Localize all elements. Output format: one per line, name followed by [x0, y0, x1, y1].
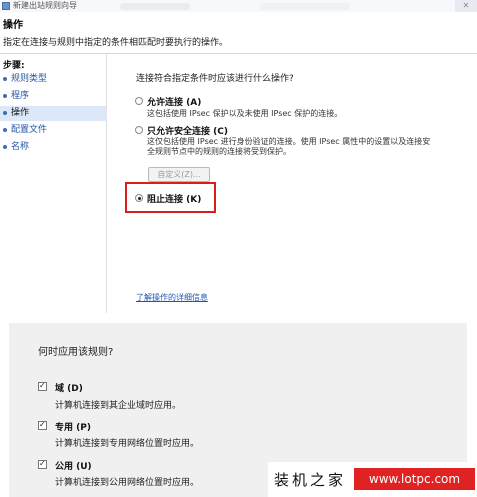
- public-checkbox[interactable]: ✓: [38, 459, 47, 469]
- block-connection-radio[interactable]: [135, 194, 143, 202]
- allow-connection-desc: 这包括使用 IPsec 保护以及未使用 IPsec 保护的连接。: [147, 109, 343, 118]
- site-watermark: 装机之家 www.lotpc.com: [268, 462, 477, 497]
- step-name[interactable]: 名称: [0, 140, 107, 155]
- close-icon[interactable]: ✕: [455, 0, 477, 12]
- block-connection-label[interactable]: 阻止连接 (K): [147, 192, 201, 205]
- step-profile[interactable]: 配置文件: [0, 123, 107, 138]
- step-bullet-icon: [3, 145, 7, 149]
- profile-question: 何时应用该规则?: [38, 347, 114, 358]
- rule-wizard-window: 新建出站规则向导 ✕ 操作 指定在连接与规则中指定的条件相匹配时要执行的操作。 …: [0, 0, 477, 313]
- private-checkbox[interactable]: ✓: [38, 420, 47, 430]
- private-desc: 计算机连接到专用网络位置时应用。: [55, 439, 200, 449]
- step-action[interactable]: 操作: [0, 106, 107, 121]
- checkmark-icon: ✓: [39, 381, 46, 390]
- steps-title: 步骤:: [3, 61, 25, 71]
- customize-button[interactable]: 自定义(Z)...: [148, 167, 210, 182]
- private-label[interactable]: 专用 (P): [55, 420, 91, 433]
- step-label: 程序: [11, 91, 30, 101]
- learn-more-link[interactable]: 了解操作的详细信息: [136, 292, 208, 303]
- step-label: 规则类型: [11, 74, 48, 84]
- step-bullet-icon: [3, 77, 7, 81]
- allow-secure-radio[interactable]: [135, 126, 143, 134]
- step-bullet-icon: [3, 94, 7, 98]
- steps-panel: 步骤: 规则类型 程序 操作 配置文件 名称: [0, 54, 107, 313]
- wizard-header: 操作 指定在连接与规则中指定的条件相匹配时要执行的操作。: [0, 12, 477, 54]
- title-bar: 新建出站规则向导 ✕: [0, 0, 477, 12]
- step-label: 操作: [11, 108, 30, 118]
- step-program[interactable]: 程序: [0, 89, 107, 104]
- title-bar-blur: [120, 3, 190, 10]
- step-bullet-icon: [3, 111, 7, 115]
- allow-secure-desc-line1: 这仅包括使用 IPsec 进行身份验证的连接。使用 IPsec 属性中的设置以及…: [147, 137, 431, 146]
- domain-checkbox[interactable]: ✓: [38, 381, 47, 391]
- domain-label[interactable]: 域 (D): [55, 381, 83, 394]
- step-label: 配置文件: [11, 125, 48, 135]
- public-label[interactable]: 公用 (U): [55, 459, 92, 472]
- title-bar-blur-2: [260, 3, 350, 10]
- allow-connection-label[interactable]: 允许连接 (A): [147, 95, 201, 108]
- public-desc: 计算机连接到公用网络位置时应用。: [55, 478, 200, 488]
- domain-desc: 计算机连接到其企业域时应用。: [55, 401, 182, 411]
- step-bullet-icon: [3, 128, 7, 132]
- watermark-site-name: 装机之家: [274, 471, 347, 489]
- action-question: 连接符合指定条件时应该进行什么操作?: [136, 74, 294, 84]
- firewall-app-icon: [2, 2, 10, 10]
- checkmark-icon: ✓: [39, 459, 46, 468]
- checkmark-icon: ✓: [39, 420, 46, 429]
- allow-connection-radio[interactable]: [135, 97, 143, 105]
- allow-secure-label[interactable]: 只允许安全连接 (C): [147, 124, 228, 137]
- window-title: 新建出站规则向导: [13, 1, 77, 10]
- step-rule-type[interactable]: 规则类型: [0, 72, 107, 87]
- action-content: 连接符合指定条件时应该进行什么操作? 允许连接 (A) 这包括使用 IPsec …: [108, 54, 477, 313]
- step-label: 名称: [11, 142, 30, 152]
- page-description: 指定在连接与规则中指定的条件相匹配时要执行的操作。: [3, 38, 229, 48]
- watermark-url-badge: www.lotpc.com: [354, 468, 475, 490]
- allow-secure-desc-line2: 全规则节点中的规则的连接将受到保护。: [147, 147, 291, 156]
- page-title: 操作: [3, 20, 23, 31]
